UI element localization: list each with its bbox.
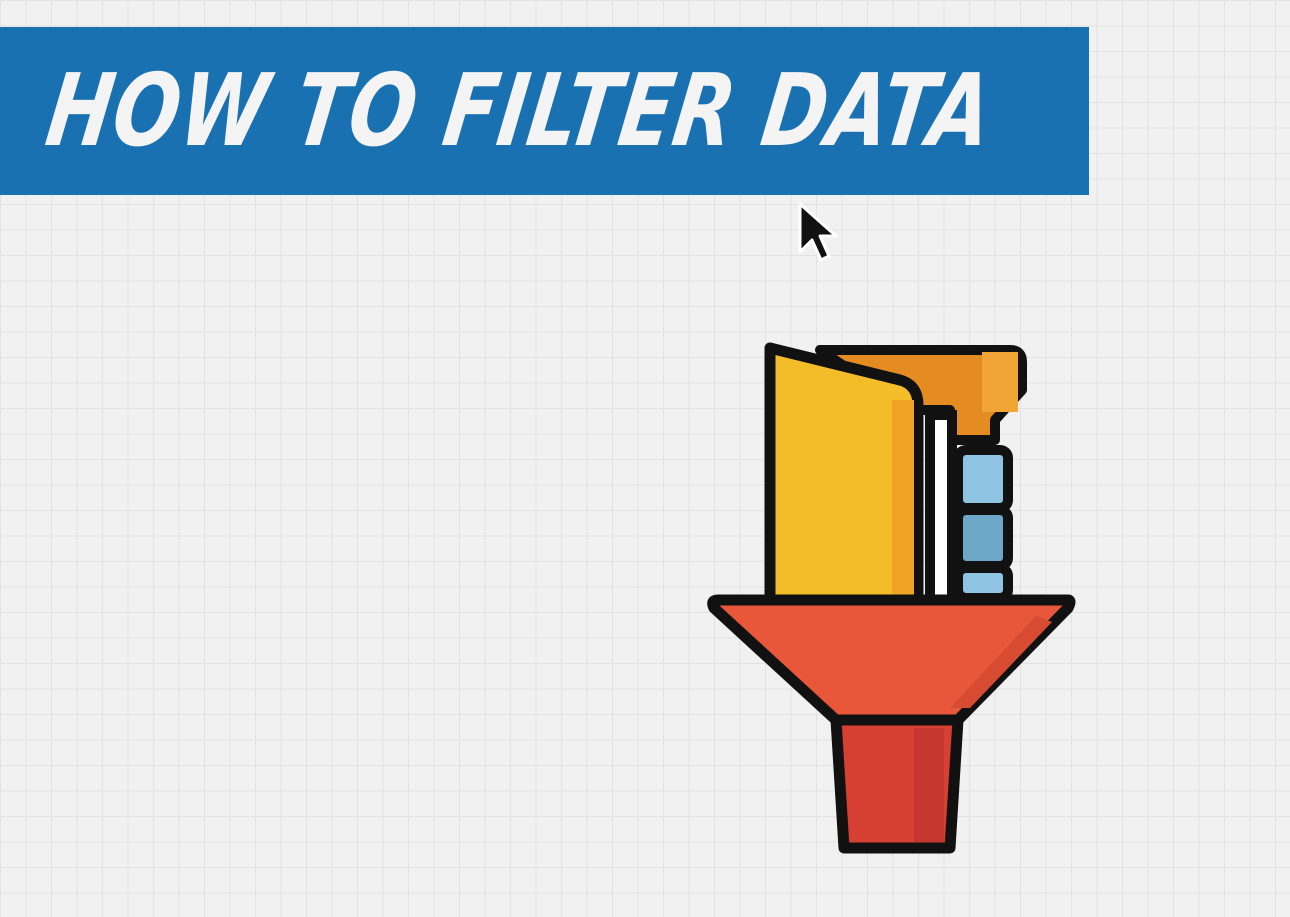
folder-funnel-filter-icon bbox=[707, 342, 1076, 854]
page-title: HOW TO FILTER DATA bbox=[39, 52, 1000, 169]
title-banner: HOW TO FILTER DATA bbox=[0, 27, 1089, 195]
mouse-pointer-icon bbox=[798, 202, 838, 262]
